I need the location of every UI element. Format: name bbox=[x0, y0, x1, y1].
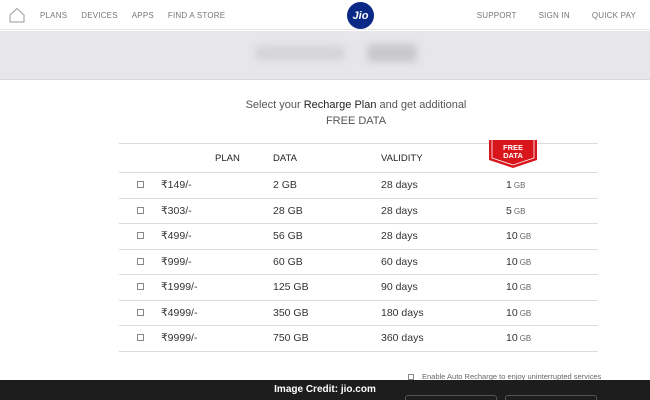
recharge-plan-table: PLAN DATA VALIDITY FREE DATA ₹149/- 2 GB 2… bbox=[119, 140, 598, 352]
plan-free-data: 5 GB bbox=[489, 198, 598, 224]
image-credit-bar: Image Credit: jio.com bbox=[0, 380, 650, 400]
plan-free-data: 10 GB bbox=[489, 300, 598, 326]
table-row[interactable]: ₹9999/- 750 GB 360 days 10 GB bbox=[119, 325, 598, 352]
home-icon[interactable] bbox=[9, 7, 25, 23]
image-credit: Image Credit: jio.com bbox=[274, 384, 376, 395]
table-header-row: PLAN DATA VALIDITY FREE DATA bbox=[119, 140, 598, 173]
nav-support[interactable]: SUPPORT bbox=[477, 11, 517, 20]
plan-validity: 180 days bbox=[381, 300, 489, 326]
row-checkbox-cell[interactable] bbox=[119, 172, 161, 199]
header-data: DATA bbox=[273, 143, 381, 173]
auto-recharge-checkbox[interactable] bbox=[408, 373, 414, 380]
nav-find-a-store[interactable]: FIND A STORE bbox=[168, 11, 225, 20]
plan-free-data: 10 GB bbox=[489, 274, 598, 301]
jio-logo[interactable]: Jio bbox=[347, 2, 374, 29]
row-checkbox-cell[interactable] bbox=[119, 274, 161, 301]
plan-data: 60 GB bbox=[273, 249, 381, 275]
plan-data: 56 GB bbox=[273, 223, 381, 250]
plan-price: ₹149/- bbox=[161, 172, 273, 199]
header-plan: PLAN bbox=[161, 143, 273, 173]
nav-apps[interactable]: APPS bbox=[132, 11, 154, 20]
plan-free-data: 1 GB bbox=[489, 172, 598, 199]
table-row[interactable]: ₹499/- 56 GB 28 days 10 GB bbox=[119, 223, 598, 250]
table-row[interactable]: ₹4999/- 350 GB 180 days 10 GB bbox=[119, 300, 598, 326]
checkbox-icon[interactable] bbox=[136, 334, 144, 342]
checkbox-icon[interactable] bbox=[136, 257, 144, 265]
hidden-button bbox=[405, 395, 497, 400]
header-free-data: FREE DATA bbox=[489, 140, 598, 173]
blurred-tab bbox=[255, 46, 345, 60]
nav-devices[interactable]: DEVICES bbox=[81, 11, 118, 20]
plan-validity: 60 days bbox=[381, 249, 489, 275]
plan-price: ₹999/- bbox=[161, 249, 273, 275]
header-checkbox-col bbox=[119, 143, 161, 173]
header-validity: VALIDITY bbox=[381, 143, 489, 173]
checkbox-icon[interactable] bbox=[136, 181, 144, 189]
nav-quick-pay[interactable]: QUICK PAY bbox=[592, 11, 636, 20]
plan-validity: 360 days bbox=[381, 325, 489, 352]
row-checkbox-cell[interactable] bbox=[119, 300, 161, 326]
checkbox-icon[interactable] bbox=[136, 206, 144, 214]
top-nav: PLANS DEVICES APPS FIND A STORE Jio SUPP… bbox=[0, 0, 650, 30]
plan-price: ₹4999/- bbox=[161, 300, 273, 326]
plan-free-data: 10 GB bbox=[489, 325, 598, 352]
plan-data: 2 GB bbox=[273, 172, 381, 199]
nav-left: PLANS DEVICES APPS FIND A STORE bbox=[40, 0, 239, 30]
plan-validity: 28 days bbox=[381, 172, 489, 199]
row-checkbox-cell[interactable] bbox=[119, 198, 161, 224]
plan-price: ₹9999/- bbox=[161, 325, 273, 352]
hidden-button bbox=[505, 395, 597, 400]
headline-line-2: FREE DATA bbox=[325, 115, 387, 127]
nav-right: SUPPORT SIGN IN QUICK PAY bbox=[455, 0, 636, 30]
free-data-badge: FREE DATA bbox=[489, 140, 537, 169]
plan-data: 750 GB bbox=[273, 325, 381, 352]
headline-line-1: Select your Recharge Plan and get additi… bbox=[245, 99, 467, 111]
plan-free-data: 10 GB bbox=[489, 249, 598, 275]
table-row[interactable]: ₹303/- 28 GB 28 days 5 GB bbox=[119, 198, 598, 224]
plan-data: 28 GB bbox=[273, 198, 381, 224]
plan-validity: 90 days bbox=[381, 274, 489, 301]
plan-free-data: 10 GB bbox=[489, 223, 598, 250]
plan-validity: 28 days bbox=[381, 198, 489, 224]
row-checkbox-cell[interactable] bbox=[119, 325, 161, 352]
plan-data: 125 GB bbox=[273, 274, 381, 301]
blurred-header-band bbox=[0, 31, 650, 80]
table-row[interactable]: ₹999/- 60 GB 60 days 10 GB bbox=[119, 249, 598, 275]
checkbox-icon[interactable] bbox=[136, 283, 144, 291]
page-headline: Select your Recharge Plan and get additi… bbox=[0, 97, 650, 129]
nav-sign-in[interactable]: SIGN IN bbox=[539, 11, 570, 20]
plan-price: ₹1999/- bbox=[161, 274, 273, 301]
table-row[interactable]: ₹149/- 2 GB 28 days 1 GB bbox=[119, 172, 598, 199]
checkbox-icon[interactable] bbox=[136, 308, 144, 316]
row-checkbox-cell[interactable] bbox=[119, 249, 161, 275]
plan-validity: 28 days bbox=[381, 223, 489, 250]
nav-plans[interactable]: PLANS bbox=[40, 11, 67, 20]
blurred-tab bbox=[367, 44, 417, 62]
plan-data: 350 GB bbox=[273, 300, 381, 326]
table-row[interactable]: ₹1999/- 125 GB 90 days 10 GB bbox=[119, 274, 598, 301]
plan-price: ₹303/- bbox=[161, 198, 273, 224]
plan-price: ₹499/- bbox=[161, 223, 273, 250]
row-checkbox-cell[interactable] bbox=[119, 223, 161, 250]
checkbox-icon[interactable] bbox=[136, 232, 144, 240]
